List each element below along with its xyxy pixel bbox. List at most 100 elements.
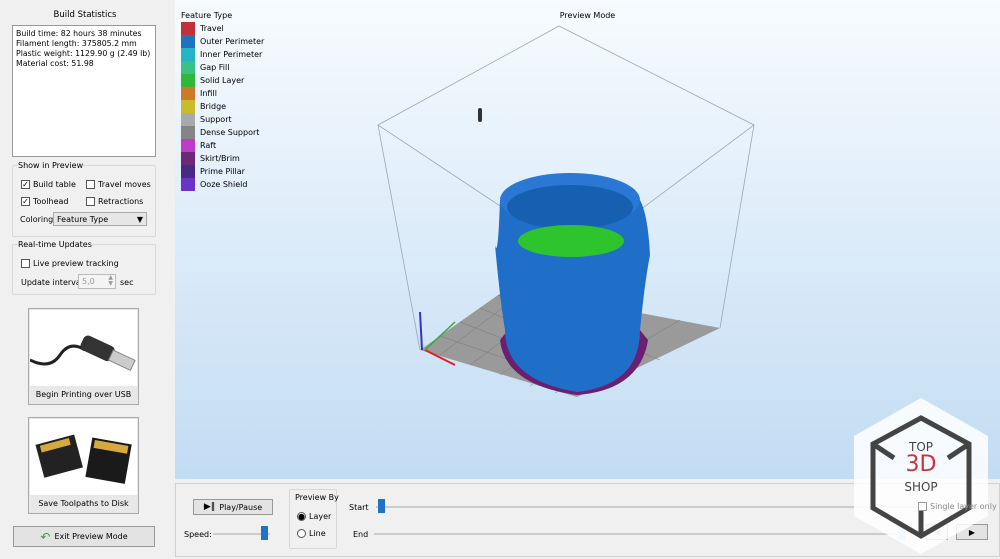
stat-plastic-weight: Plastic weight: 1129.90 g (2.49 lb) bbox=[16, 49, 151, 58]
watermark-3d: 3D bbox=[905, 452, 937, 477]
legend-swatch bbox=[181, 165, 195, 178]
checkbox-box bbox=[918, 502, 927, 511]
stat-filament-length: Filament length: 375805.2 mm bbox=[16, 39, 137, 48]
line-radio[interactable]: Line bbox=[297, 529, 326, 538]
legend-label: Infill bbox=[200, 89, 217, 98]
usb-cable-image bbox=[30, 310, 137, 386]
realtime-updates-title: Real-time Updates bbox=[18, 240, 92, 249]
checkbox-box bbox=[21, 259, 30, 268]
radio-selected-icon: ● bbox=[297, 511, 306, 521]
legend-label: Raft bbox=[200, 141, 217, 150]
legend-item: Infill bbox=[181, 87, 264, 100]
print-usb-label: Begin Printing over USB bbox=[35, 390, 132, 399]
legend-label: Solid Layer bbox=[200, 76, 245, 85]
checkbox-box bbox=[86, 180, 95, 189]
save-toolpaths-button[interactable]: Save Toolpaths to Disk bbox=[28, 417, 139, 514]
checkbox-box bbox=[86, 197, 95, 206]
back-arrow-icon: ↶ bbox=[40, 529, 51, 544]
retractions-label: Retractions bbox=[98, 197, 144, 206]
sd-cards-image bbox=[30, 419, 137, 495]
legend-swatch bbox=[181, 100, 195, 113]
spin-arrows-icon[interactable]: ▲ ▼ bbox=[108, 275, 113, 287]
legend-item: Dense Support bbox=[181, 126, 264, 139]
radio-icon bbox=[297, 529, 306, 538]
legend-label: Outer Perimeter bbox=[200, 37, 265, 46]
toolhead bbox=[478, 108, 482, 122]
legend-swatch bbox=[181, 48, 195, 61]
live-preview-label: Live preview tracking bbox=[33, 259, 119, 268]
legend-label: Prime Pillar bbox=[200, 167, 245, 176]
legend-label: Travel bbox=[200, 24, 224, 33]
legend-swatch bbox=[181, 61, 195, 74]
start-label: Start bbox=[349, 503, 369, 512]
toolhead-label: Toolhead bbox=[33, 197, 69, 206]
preview-by-title: Preview By bbox=[295, 493, 339, 502]
print-usb-button[interactable]: Begin Printing over USB bbox=[28, 308, 139, 405]
legend-item: Prime Pillar bbox=[181, 165, 264, 178]
legend-swatch bbox=[181, 74, 195, 87]
legend-item: Solid Layer bbox=[181, 74, 264, 87]
legend-label: Dense Support bbox=[200, 128, 260, 137]
build-statistics-box: Build time: 82 hours 38 minutes Filament… bbox=[12, 25, 156, 157]
legend-swatch bbox=[181, 152, 195, 165]
end-slider-track[interactable] bbox=[374, 533, 904, 535]
legend-swatch bbox=[181, 22, 195, 35]
legend-label: Inner Perimeter bbox=[200, 50, 263, 59]
legend-label: Bridge bbox=[200, 102, 227, 111]
legend-item: Raft bbox=[181, 139, 264, 152]
legend-swatch bbox=[181, 126, 195, 139]
top3dshop-watermark: TOP 3D SHOP bbox=[852, 396, 990, 556]
stat-build-time: Build time: 82 hours 38 minutes bbox=[16, 29, 142, 38]
legend-label: Skirt/Brim bbox=[200, 154, 240, 163]
toolhead-checkbox[interactable]: ✓ Toolhead bbox=[21, 197, 69, 206]
play-pause-icon: ▶‖ bbox=[203, 502, 216, 512]
legend-label: Support bbox=[200, 115, 232, 124]
legend-label: Gap Fill bbox=[200, 63, 230, 72]
legend-label: Ooze Shield bbox=[200, 180, 248, 189]
show-in-preview-title: Show in Preview bbox=[18, 161, 84, 170]
layer-radio[interactable]: ● Layer bbox=[297, 512, 331, 521]
legend-item: Outer Perimeter bbox=[181, 35, 264, 48]
build-table-checkbox[interactable]: ✓ Build table bbox=[21, 180, 76, 189]
legend-swatch bbox=[181, 178, 195, 191]
coloring-label: Coloring bbox=[20, 215, 54, 224]
play-pause-label: Play/Pause bbox=[219, 502, 263, 512]
start-slider-handle[interactable] bbox=[378, 499, 385, 513]
legend-item: Travel bbox=[181, 22, 264, 35]
end-label: End bbox=[353, 530, 369, 539]
build-statistics-title: Build Statistics bbox=[53, 10, 117, 20]
save-toolpaths-label: Save Toolpaths to Disk bbox=[38, 499, 129, 508]
coloring-select[interactable]: Feature Type ▼ bbox=[53, 212, 147, 226]
stat-material-cost: Material cost: 51.98 bbox=[16, 59, 94, 68]
z-axis bbox=[419, 311, 423, 351]
update-interval-spinbox[interactable]: 5,0 ▲ ▼ bbox=[78, 274, 116, 289]
interval-unit: sec bbox=[120, 278, 134, 287]
check-icon: ✓ bbox=[21, 179, 30, 189]
play-pause-button[interactable]: ▶‖ Play/Pause bbox=[193, 499, 273, 515]
retractions-checkbox[interactable]: Retractions bbox=[86, 197, 143, 206]
legend-swatch bbox=[181, 139, 195, 152]
solid-layer-top bbox=[518, 225, 624, 257]
build-table-label: Build table bbox=[33, 180, 76, 189]
legend-item: Support bbox=[181, 113, 264, 126]
legend-item: Ooze Shield bbox=[181, 178, 264, 191]
preview-mode-title: Preview Mode bbox=[559, 11, 616, 20]
cup-inner bbox=[507, 185, 633, 229]
check-icon: ✓ bbox=[21, 196, 30, 206]
legend-swatch bbox=[181, 113, 195, 126]
legend-item: Inner Perimeter bbox=[181, 48, 264, 61]
legend-title: Feature Type bbox=[181, 11, 233, 20]
travel-moves-label: Travel moves bbox=[98, 180, 151, 189]
exit-preview-button[interactable]: ↶ Exit Preview Mode bbox=[13, 526, 155, 547]
travel-moves-checkbox[interactable]: Travel moves bbox=[86, 180, 151, 189]
legend-item: Gap Fill bbox=[181, 61, 264, 74]
single-layer-checkbox[interactable]: Single layer only bbox=[918, 502, 997, 511]
coloring-value: Feature Type bbox=[57, 214, 109, 224]
exit-preview-label: Exit Preview Mode bbox=[54, 532, 128, 541]
speed-slider-handle[interactable] bbox=[261, 526, 269, 540]
dropdown-arrow-icon: ▼ bbox=[136, 214, 143, 224]
live-preview-checkbox[interactable]: Live preview tracking bbox=[21, 259, 119, 268]
watermark-shop: SHOP bbox=[904, 480, 938, 494]
legend-swatch bbox=[181, 87, 195, 100]
legend-swatch bbox=[181, 35, 195, 48]
